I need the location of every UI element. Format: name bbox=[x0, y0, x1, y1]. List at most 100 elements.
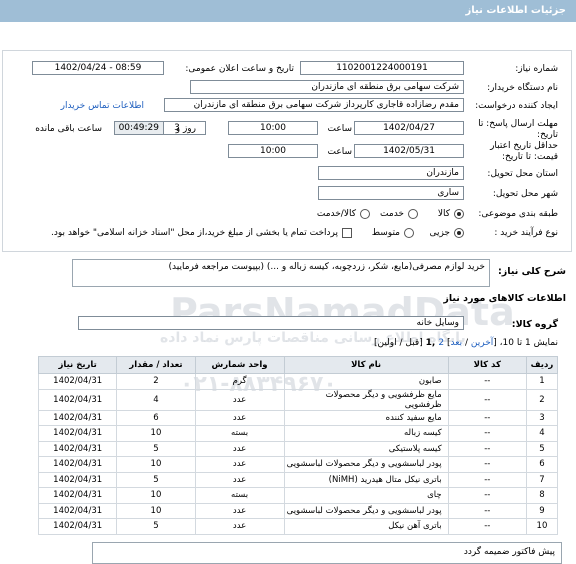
cell-goods-name: کیسه پلاستیکی bbox=[283, 440, 449, 457]
cell-unit: عدد bbox=[194, 409, 285, 426]
need-number-label: شماره نیاز: bbox=[515, 64, 558, 74]
category-goods-radio[interactable] bbox=[454, 209, 464, 219]
col-unit: واحد شمارش bbox=[194, 356, 285, 374]
description-label: شرح کلی نیاز: bbox=[497, 266, 566, 277]
table-row: 9 -- پودر لباسشویی و دیگر محصولات لباسشویی… bbox=[37, 502, 559, 519]
cell-goods-name: مایع سفید کننده bbox=[283, 409, 449, 426]
cell-goods-code: -- bbox=[447, 440, 527, 457]
validity-time-label: ساعت bbox=[327, 147, 353, 157]
table-row: 2 -- مایع ظرفشویی و دیگر محصولات ظرفشویی عد… bbox=[37, 388, 559, 411]
remaining-time-label: ساعت باقی مانده bbox=[35, 124, 102, 134]
cell-goods-name: پودر لباسشویی و دیگر محصولات لباسشویی bbox=[283, 456, 449, 473]
pager-separator: / bbox=[462, 338, 471, 348]
buyer-org-field: شرکت سهامی برق منطقه ای مازندران bbox=[190, 80, 464, 94]
treasury-payment-checkbox[interactable] bbox=[342, 228, 352, 238]
cell-goods-name: چای bbox=[283, 487, 449, 504]
cell-row-number: 9 bbox=[525, 502, 559, 519]
cell-row-number: 2 bbox=[525, 388, 559, 411]
pager-next-link[interactable]: بعد bbox=[451, 338, 463, 348]
cell-row-number: 3 bbox=[525, 409, 559, 426]
table-header-row: ردیف کد کالا نام کالا واحد شمارش تعداد /… bbox=[37, 356, 559, 374]
cell-need-date: 1402/04/31 bbox=[37, 502, 118, 519]
pager-last-link[interactable]: آخرین bbox=[471, 338, 493, 348]
cell-need-date: 1402/04/31 bbox=[37, 487, 118, 504]
cell-goods-code: -- bbox=[447, 456, 527, 473]
goods-section-title: اطلاعات کالاهای مورد نیاز bbox=[443, 293, 566, 304]
cell-unit: بسته bbox=[194, 487, 285, 504]
creator-label: ایجاد کننده درخواست: bbox=[475, 101, 558, 111]
cell-need-date: 1402/04/31 bbox=[37, 409, 118, 426]
purchase-type-label: نوع فرآیند خرید : bbox=[494, 228, 558, 238]
cell-row-number: 1 bbox=[525, 373, 559, 390]
goods-group-field: وسایل خانه bbox=[78, 316, 464, 330]
goods-table: ردیف کد کالا نام کالا واحد شمارش تعداد /… bbox=[37, 356, 559, 535]
notes-box: پیش فاکتور ضمیمه گردد bbox=[92, 542, 562, 564]
page-header: جزئیات اطلاعات نیاز bbox=[0, 0, 576, 22]
cell-quantity: 10 bbox=[116, 425, 196, 442]
reply-date-field: 1402/04/27 bbox=[354, 121, 464, 135]
cell-quantity: 10 bbox=[116, 456, 196, 473]
city-label: شهر محل تحویل: bbox=[492, 189, 558, 199]
creator-field: مقدم رضازاده قاجاری کارپرداز شرکت سهامی … bbox=[164, 98, 464, 112]
category-both-label: کالا/خدمت bbox=[316, 209, 356, 219]
cell-quantity: 4 bbox=[116, 388, 196, 411]
cell-row-number: 10 bbox=[525, 518, 559, 535]
col-goods-code: کد کالا bbox=[447, 356, 527, 374]
need-number-field: 1102001224000191 bbox=[300, 61, 464, 75]
category-service-label: خدمت bbox=[380, 209, 404, 219]
reply-time-label: ساعت bbox=[327, 124, 353, 134]
pager-rest: [قبل / اولین] bbox=[373, 338, 426, 348]
reply-deadline-label: مهلت ارسال پاسخ: تا تاریخ: bbox=[478, 119, 558, 140]
cell-need-date: 1402/04/31 bbox=[37, 373, 118, 390]
table-row: 1 -- صابون گرم 2 1402/04/31 bbox=[37, 373, 559, 390]
table-row: 5 -- کیسه پلاستیکی عدد 5 1402/04/31 bbox=[37, 440, 559, 457]
category-both-radio[interactable] bbox=[360, 209, 370, 219]
buyer-contact-link[interactable]: اطلاعات تماس خریدار bbox=[61, 101, 144, 111]
pager-prefix: نمایش 1 تا 10، [ bbox=[493, 338, 558, 348]
cell-quantity: 10 bbox=[116, 487, 196, 504]
cell-quantity: 5 bbox=[116, 440, 196, 457]
cell-need-date: 1402/04/31 bbox=[37, 471, 118, 488]
cell-quantity: 10 bbox=[116, 502, 196, 519]
validity-time-field: 10:00 bbox=[228, 144, 318, 158]
cell-goods-code: -- bbox=[447, 373, 527, 390]
description-box: خرید لوازم مصرفی(مایع، شکر، زردچوبه، کیس… bbox=[72, 259, 490, 287]
purchase-minor-label: جزیی bbox=[429, 228, 450, 238]
cell-need-date: 1402/04/31 bbox=[37, 440, 118, 457]
table-row: 10 -- باتری آهن نیکل عدد 5 1402/04/31 bbox=[37, 518, 559, 535]
purchase-minor-radio[interactable] bbox=[454, 228, 464, 238]
cell-quantity: 6 bbox=[116, 409, 196, 426]
treasury-payment-note: پرداخت تمام یا بخشی از مبلغ خرید،از محل … bbox=[50, 228, 338, 238]
cell-goods-code: -- bbox=[447, 487, 527, 504]
cell-need-date: 1402/04/31 bbox=[37, 425, 118, 442]
purchase-medium-radio[interactable] bbox=[404, 228, 414, 238]
cell-row-number: 6 bbox=[525, 456, 559, 473]
cell-unit: بسته bbox=[194, 425, 285, 442]
cell-quantity: 5 bbox=[116, 518, 196, 535]
cell-unit: عدد bbox=[194, 388, 285, 411]
cell-goods-name: مایع ظرفشویی و دیگر محصولات ظرفشویی bbox=[283, 388, 449, 411]
col-quantity: تعداد / مقدار bbox=[116, 356, 196, 374]
days-label: روز و bbox=[175, 124, 196, 134]
cell-goods-name: باتری آهن نیکل bbox=[283, 518, 449, 535]
province-label: استان محل تحویل: bbox=[487, 169, 558, 179]
purchase-medium-label: متوسط bbox=[371, 228, 400, 238]
notes-text: پیش فاکتور ضمیمه گردد bbox=[463, 547, 555, 557]
cell-goods-code: -- bbox=[447, 425, 527, 442]
announce-label: تاریخ و ساعت اعلان عمومی: bbox=[185, 64, 294, 74]
announce-field: 1402/04/24 - 08:59 bbox=[32, 61, 164, 75]
cell-need-date: 1402/04/31 bbox=[37, 456, 118, 473]
cell-goods-code: -- bbox=[447, 502, 527, 519]
cell-unit: عدد bbox=[194, 440, 285, 457]
table-row: 6 -- پودر لباسشویی و دیگر محصولات لباسشویی… bbox=[37, 456, 559, 473]
table-row: 3 -- مایع سفید کننده عدد 6 1402/04/31 bbox=[37, 409, 559, 426]
cell-row-number: 4 bbox=[525, 425, 559, 442]
pagination: نمایش 1 تا 10، [آخرین / بعد] 2 ,1 [قبل /… bbox=[374, 338, 558, 348]
goods-group-label: گروه کالا: bbox=[511, 319, 558, 330]
province-field: مازندران bbox=[318, 166, 464, 180]
cell-goods-code: -- bbox=[447, 518, 527, 535]
category-service-radio[interactable] bbox=[408, 209, 418, 219]
page-title: جزئیات اطلاعات نیاز bbox=[465, 5, 566, 16]
pager-current-page: ,1 bbox=[425, 338, 439, 348]
cell-unit: عدد bbox=[194, 471, 285, 488]
